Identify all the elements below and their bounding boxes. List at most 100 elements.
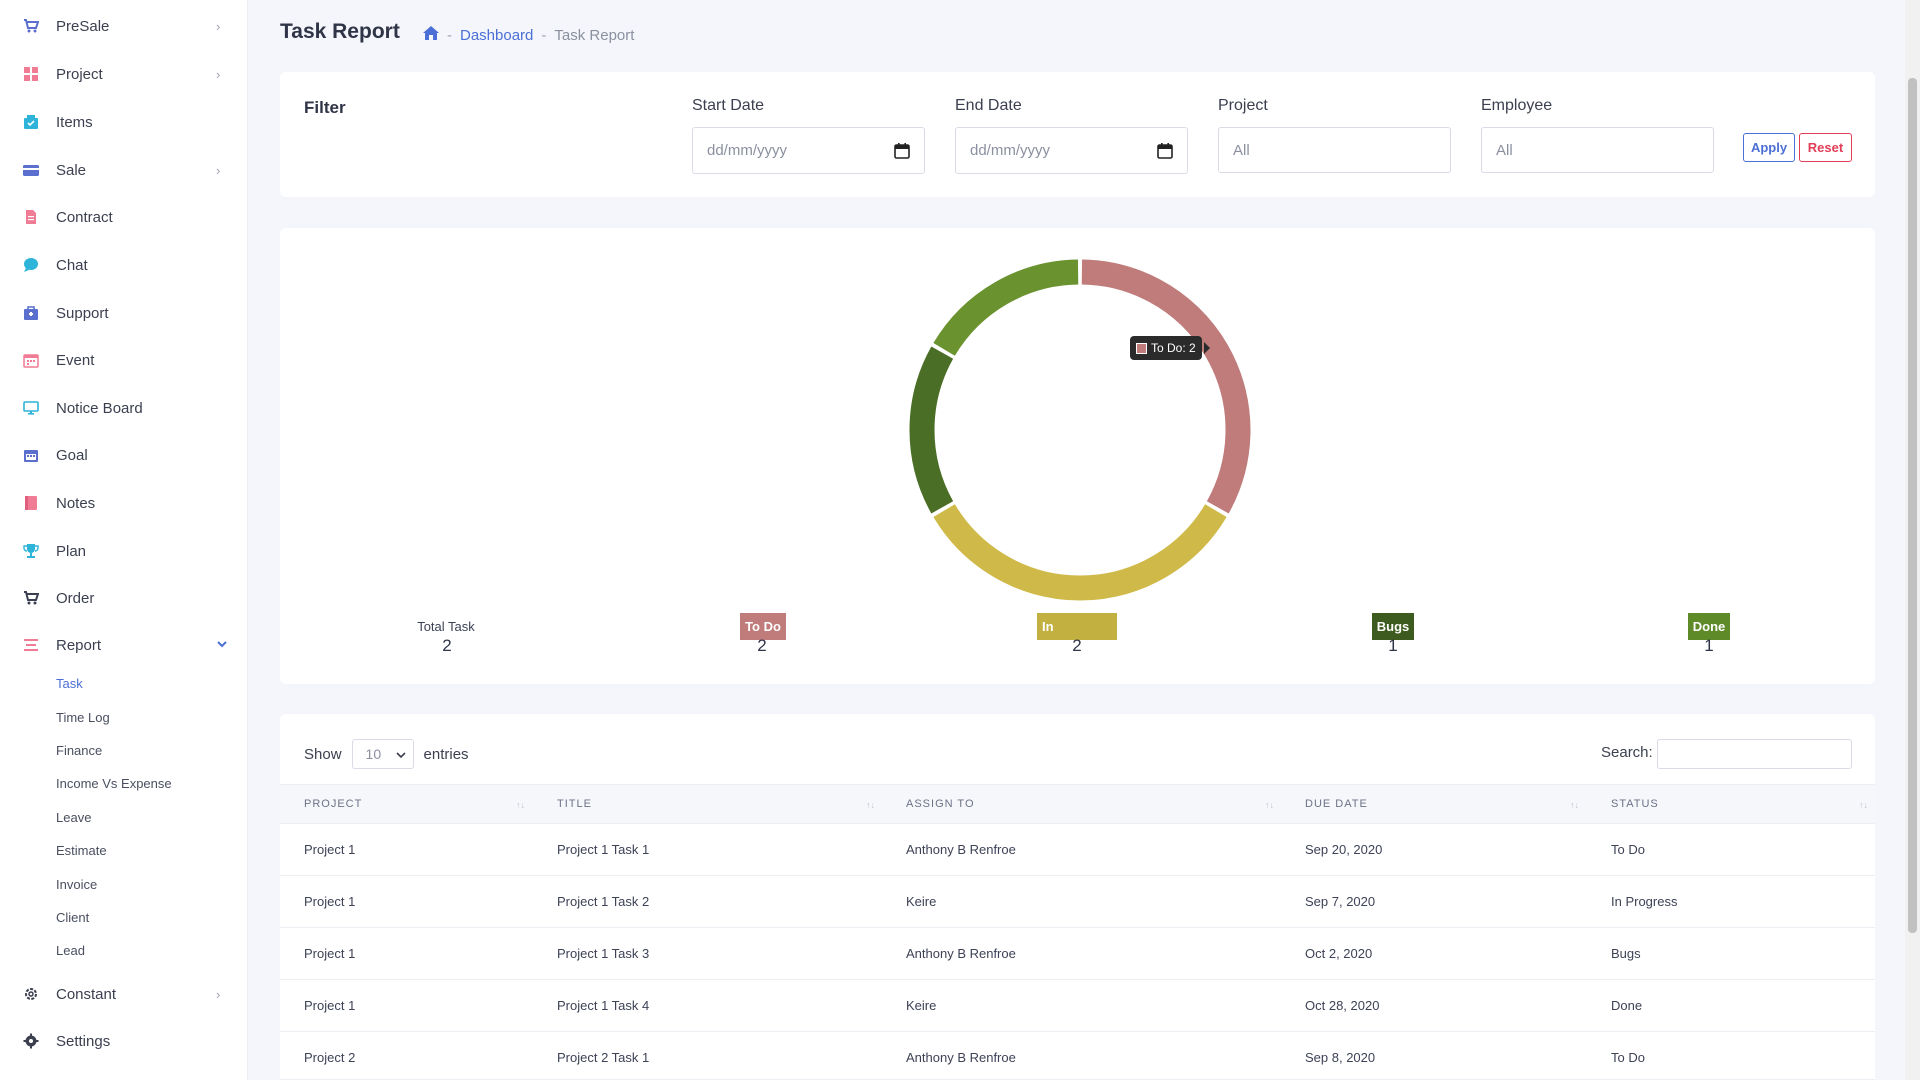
entries-label: entries <box>423 745 469 763</box>
in-progress-value: 2 <box>1072 636 1082 655</box>
sidebar-item-support[interactable]: Support <box>0 295 248 331</box>
sidebar-subitem-estimate[interactable]: Estimate <box>56 840 107 862</box>
column-header-due-date[interactable]: Due Date <box>1305 798 1368 810</box>
sidebar-item-event[interactable]: Event <box>0 342 248 378</box>
sidebar-item-settings[interactable]: Settings <box>0 1023 248 1059</box>
chevron-down-icon <box>216 638 228 653</box>
sidebar-subitem-time-log[interactable]: Time Log <box>56 707 110 729</box>
column-header-status[interactable]: Status <box>1611 798 1659 810</box>
breadcrumb-separator: - <box>447 26 452 44</box>
cell-status: Done <box>1611 998 1643 1013</box>
cell-due-date: Sep 20, 2020 <box>1305 842 1383 857</box>
start-date-placeholder: dd/mm/yyyy <box>707 142 788 159</box>
sidebar-subitem-income-vs-expense[interactable]: Income Vs Expense <box>56 773 172 795</box>
sidebar-subitem-client[interactable]: Client <box>56 907 89 929</box>
tooltip-text: To Do: 2 <box>1151 341 1196 355</box>
donut-slice-in-progress[interactable] <box>933 504 1227 601</box>
items-icon <box>23 114 39 130</box>
entries-select-value: 10 <box>365 746 382 762</box>
calendar-icon[interactable] <box>1157 142 1173 159</box>
sidebar-subitem-lead[interactable]: Lead <box>56 940 85 962</box>
sort-icon[interactable]: ↑↓ <box>1570 800 1579 810</box>
end-date-placeholder: dd/mm/yyyy <box>970 142 1051 159</box>
entries-select[interactable]: 10 <box>351 739 414 769</box>
reset-button[interactable]: Reset <box>1799 133 1852 162</box>
cell-status: Bugs <box>1611 946 1641 961</box>
sidebar-subitem-invoice[interactable]: Invoice <box>56 874 97 896</box>
table-row[interactable]: Project 2 Project 2 Task 1 Anthony B Ren… <box>280 1032 1875 1080</box>
apply-button[interactable]: Apply <box>1743 133 1795 162</box>
search-input[interactable] <box>1657 739 1852 769</box>
donut-slice-bugs[interactable] <box>909 346 954 514</box>
table-row[interactable]: Project 1 Project 1 Task 1 Anthony B Ren… <box>280 824 1875 876</box>
sidebar-item-report[interactable]: Report <box>0 627 248 663</box>
cell-project: Project 1 <box>304 946 356 961</box>
employee-select[interactable]: All <box>1481 127 1714 173</box>
project-select[interactable]: All <box>1218 127 1451 173</box>
cell-title: Project 1 Task 4 <box>557 998 650 1013</box>
sidebar-item-label: Project <box>56 65 103 83</box>
sidebar-item-label: Order <box>56 589 95 607</box>
sidebar-subitem-task[interactable]: Task <box>56 673 83 695</box>
scrollbar-thumb[interactable] <box>1908 78 1917 933</box>
donut-slice-to-do[interactable] <box>1081 259 1251 514</box>
report-icon <box>23 637 39 653</box>
sidebar-item-goal[interactable]: Goal <box>0 437 248 473</box>
breadcrumb-dashboard-link[interactable]: Dashboard <box>460 27 533 44</box>
sidebar-item-notice-board[interactable]: Notice Board <box>0 390 248 426</box>
table-row[interactable]: Project 1 Project 1 Task 2 Keire Sep 7, … <box>280 876 1875 928</box>
sidebar-item-notes[interactable]: Notes <box>0 485 248 521</box>
start-date-input[interactable]: dd/mm/yyyy <box>692 127 925 174</box>
sidebar-item-contract[interactable]: Contract <box>0 199 248 235</box>
tooltip-caret <box>1204 342 1210 354</box>
document-icon <box>23 209 39 225</box>
cell-assign-to: Keire <box>906 894 937 909</box>
order-cart-icon <box>23 590 39 606</box>
sidebar-item-order[interactable]: Order <box>0 580 248 616</box>
donut-slice-done[interactable] <box>933 259 1079 356</box>
entries-control: Show 10 entries <box>304 739 469 769</box>
chat-icon <box>23 257 39 273</box>
monitor-icon <box>23 400 39 416</box>
sidebar-item-chat[interactable]: Chat <box>0 247 248 283</box>
column-header-project[interactable]: Project <box>304 798 362 810</box>
cell-title: Project 1 Task 3 <box>557 946 650 961</box>
end-date-input[interactable]: dd/mm/yyyy <box>955 127 1188 174</box>
table-row[interactable]: Project 1 Project 1 Task 3 Anthony B Ren… <box>280 928 1875 980</box>
sort-icon[interactable]: ↑↓ <box>516 800 525 810</box>
sort-icon[interactable]: ↑↓ <box>866 800 875 810</box>
sidebar: PreSale › Project › Items Sale › Contrac… <box>0 0 248 1080</box>
sidebar-item-label: Constant <box>56 985 117 1003</box>
sidebar-item-presale[interactable]: PreSale › <box>0 8 248 44</box>
card-icon <box>23 162 39 178</box>
sidebar-item-label: Report <box>56 636 102 654</box>
sidebar-subitem-leave[interactable]: Leave <box>56 807 91 829</box>
sidebar-item-sale[interactable]: Sale › <box>0 152 248 188</box>
sidebar-item-label: Items <box>56 113 93 131</box>
sidebar-item-project[interactable]: Project › <box>0 56 248 92</box>
sidebar-item-label: Chat <box>56 256 88 274</box>
cell-assign-to: Anthony B Renfroe <box>906 946 1016 961</box>
sidebar-item-constant[interactable]: Constant › <box>0 976 248 1012</box>
employee-select-value: All <box>1496 141 1513 159</box>
cell-status: In Progress <box>1611 894 1678 909</box>
sidebar-item-plan[interactable]: Plan <box>0 533 248 569</box>
calendar-icon[interactable] <box>894 142 910 159</box>
sort-icon[interactable]: ↑↓ <box>1265 800 1274 810</box>
column-header-assign-to[interactable]: Assign To <box>906 798 975 810</box>
home-icon[interactable] <box>423 26 439 44</box>
sort-icon[interactable]: ↑↓ <box>1859 800 1868 810</box>
sidebar-subitem-finance[interactable]: Finance <box>56 740 102 762</box>
todo-value: 2 <box>757 636 767 655</box>
cell-project: Project 2 <box>304 1050 356 1065</box>
sidebar-item-items[interactable]: Items <box>0 104 248 140</box>
cell-assign-to: Keire <box>906 998 937 1013</box>
page-title: Task Report <box>280 20 400 43</box>
breadcrumb-separator: - <box>541 26 547 44</box>
cart-icon <box>23 18 39 34</box>
trophy-icon <box>23 543 39 559</box>
column-header-title[interactable]: Title <box>557 798 592 810</box>
filter-title: Filter <box>304 98 346 117</box>
chart-tooltip: To Do: 2 <box>1130 336 1202 360</box>
table-row[interactable]: Project 1 Project 1 Task 4 Keire Oct 28,… <box>280 980 1875 1032</box>
